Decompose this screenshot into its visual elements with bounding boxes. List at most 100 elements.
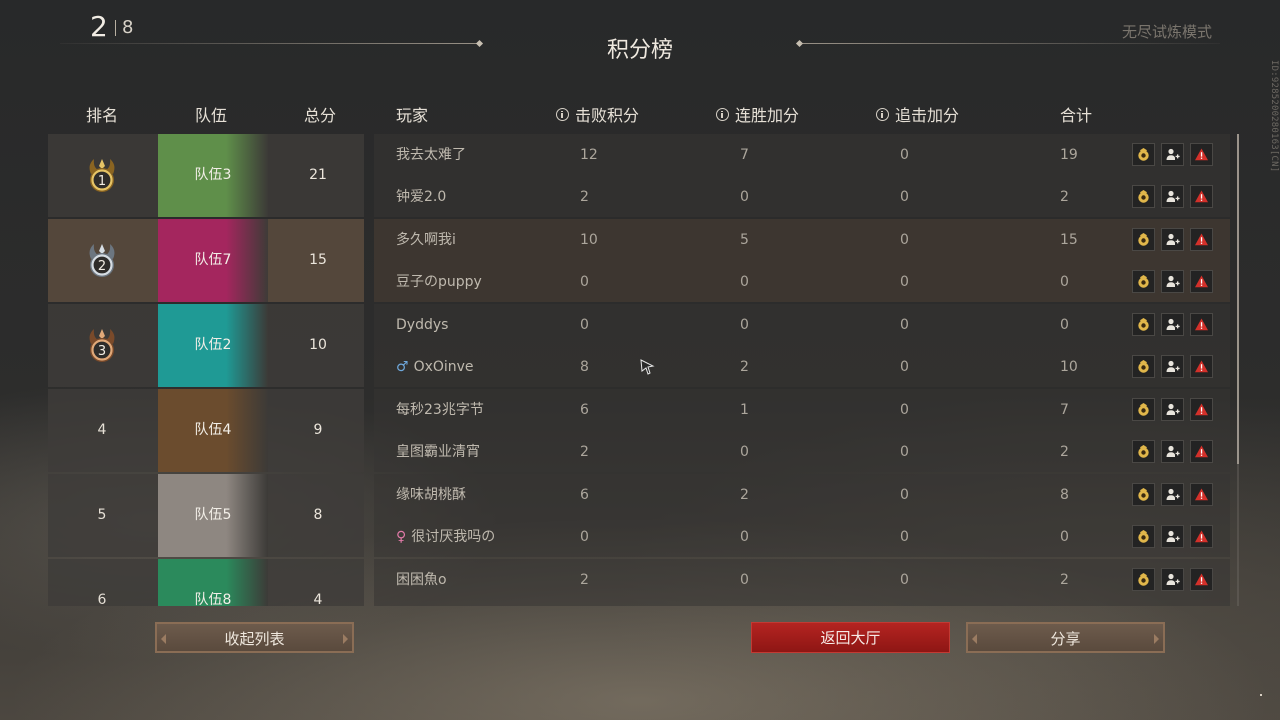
rank-medal-icon: 3 [82, 326, 122, 366]
pouch-profile-icon [1136, 274, 1151, 289]
add-friend-button[interactable] [1161, 270, 1184, 293]
player-name: 皇图霸业清宵 [396, 444, 480, 460]
pouch-profile-icon [1136, 402, 1151, 417]
pouch-profile-icon [1136, 487, 1151, 502]
column-header-pursuit[interactable]: 追击加分 [876, 102, 959, 126]
page-title: 积分榜 [606, 38, 673, 63]
collapse-list-button[interactable]: 收起列表 [155, 622, 354, 653]
report-warning-button[interactable] [1190, 185, 1213, 208]
pouch-profile-button[interactable] [1132, 143, 1155, 166]
player-name: 每秒23兆字节 [396, 402, 484, 418]
defeat-points: 2 [580, 189, 589, 205]
player-id-label: ID:9285200280163[CN] [1269, 60, 1279, 173]
pouch-profile-icon [1136, 189, 1151, 204]
pouch-profile-button[interactable] [1132, 185, 1155, 208]
report-warning-button[interactable] [1190, 228, 1213, 251]
report-warning-button[interactable] [1190, 270, 1213, 293]
add-friend-button[interactable] [1161, 313, 1184, 336]
add-friend-button[interactable] [1161, 228, 1184, 251]
info-icon[interactable] [556, 107, 569, 121]
pouch-profile-button[interactable] [1132, 440, 1155, 463]
svg-text:1: 1 [98, 174, 106, 189]
add-friend-icon [1165, 359, 1180, 374]
player-row: 钟爱2.0 2 0 0 2 [374, 176, 1230, 218]
button-ornament-left [161, 634, 166, 644]
scrollbar-thumb[interactable] [1237, 134, 1239, 464]
report-warning-button[interactable] [1190, 143, 1213, 166]
mouse-cursor-icon [640, 359, 655, 375]
add-friend-button[interactable] [1161, 483, 1184, 506]
defeat-points: 8 [580, 359, 589, 375]
report-warning-button[interactable] [1190, 483, 1213, 506]
pursuit-bonus: 0 [900, 444, 909, 460]
add-friend-button[interactable] [1161, 398, 1184, 421]
column-header-defeat-points[interactable]: 击败积分 [556, 102, 639, 126]
player-total: 15 [1060, 232, 1078, 248]
player-row: 多久啊我i 10 5 0 15 [374, 219, 1230, 261]
team-name: 队伍8 [194, 592, 232, 606]
add-friend-icon [1165, 147, 1180, 162]
report-warning-button[interactable] [1190, 525, 1213, 548]
add-friend-icon [1165, 189, 1180, 204]
team-row: 2 队伍7 15 多久啊我i 10 5 0 15 豆子のpuppy 0 0 0 0 [48, 219, 1230, 304]
add-friend-button[interactable] [1161, 355, 1184, 378]
button-ornament-left [972, 634, 977, 644]
pouch-profile-button[interactable] [1132, 483, 1155, 506]
share-button[interactable]: 分享 [966, 622, 1165, 653]
report-warning-button[interactable] [1190, 568, 1213, 591]
defeat-points: 0 [580, 274, 589, 290]
back-to-lobby-button[interactable]: 返回大厅 [751, 622, 950, 653]
pouch-profile-icon [1136, 529, 1151, 544]
pouch-profile-button[interactable] [1132, 313, 1155, 336]
add-friend-icon [1165, 402, 1180, 417]
pouch-profile-button[interactable] [1132, 525, 1155, 548]
add-friend-button[interactable] [1161, 143, 1184, 166]
pouch-profile-icon [1136, 147, 1151, 162]
defeat-points: 0 [580, 529, 589, 545]
player-row: ♂ OxOinve 8 2 0 10 [374, 346, 1230, 388]
team-name: 队伍2 [194, 337, 232, 353]
pouch-profile-button[interactable] [1132, 355, 1155, 378]
male-gender-icon: ♂ [396, 359, 409, 375]
team-summary: 6 队伍8 4 [48, 559, 364, 606]
report-warning-button[interactable] [1190, 355, 1213, 378]
player-total: 0 [1060, 317, 1069, 333]
report-warning-button[interactable] [1190, 440, 1213, 463]
team-summary: 1 队伍3 21 [48, 134, 364, 217]
pouch-profile-button[interactable] [1132, 228, 1155, 251]
pouch-profile-button[interactable] [1132, 398, 1155, 421]
player-total: 0 [1060, 529, 1069, 545]
report-warning-button[interactable] [1190, 398, 1213, 421]
team-row: 1 队伍3 21 我去太难了 12 7 0 19 钟爱2.0 2 0 0 2 [48, 134, 1230, 219]
add-friend-button[interactable] [1161, 568, 1184, 591]
player-row: Dyddys 0 0 0 0 [374, 304, 1230, 346]
player-row: 皇图霸业清宵 2 0 0 2 [374, 431, 1230, 473]
pursuit-bonus: 0 [900, 189, 909, 205]
column-header-total-score: 总分 [304, 106, 337, 125]
player-total: 19 [1060, 147, 1078, 163]
pouch-profile-icon [1136, 444, 1151, 459]
team-name: 队伍4 [194, 422, 232, 438]
info-icon[interactable] [876, 107, 889, 121]
pursuit-bonus: 0 [900, 232, 909, 248]
defeat-points: 12 [580, 147, 598, 163]
add-friend-button[interactable] [1161, 185, 1184, 208]
team-name: 队伍7 [194, 252, 232, 268]
pouch-profile-button[interactable] [1132, 270, 1155, 293]
svg-text:2: 2 [98, 259, 106, 274]
add-friend-button[interactable] [1161, 525, 1184, 548]
info-icon[interactable] [716, 107, 729, 121]
report-warning-icon [1194, 232, 1209, 247]
rank-number: 6 [97, 592, 107, 606]
team-summary: 5 队伍5 8 [48, 474, 364, 557]
report-warning-button[interactable] [1190, 313, 1213, 336]
report-warning-icon [1194, 147, 1209, 162]
pouch-profile-icon [1136, 317, 1151, 332]
pouch-profile-button[interactable] [1132, 568, 1155, 591]
pouch-profile-icon [1136, 232, 1151, 247]
column-header-win-streak[interactable]: 连胜加分 [716, 102, 799, 126]
player-total: 2 [1060, 444, 1069, 460]
add-friend-button[interactable] [1161, 440, 1184, 463]
win-streak-bonus: 0 [740, 189, 749, 205]
defeat-points: 2 [580, 572, 589, 588]
